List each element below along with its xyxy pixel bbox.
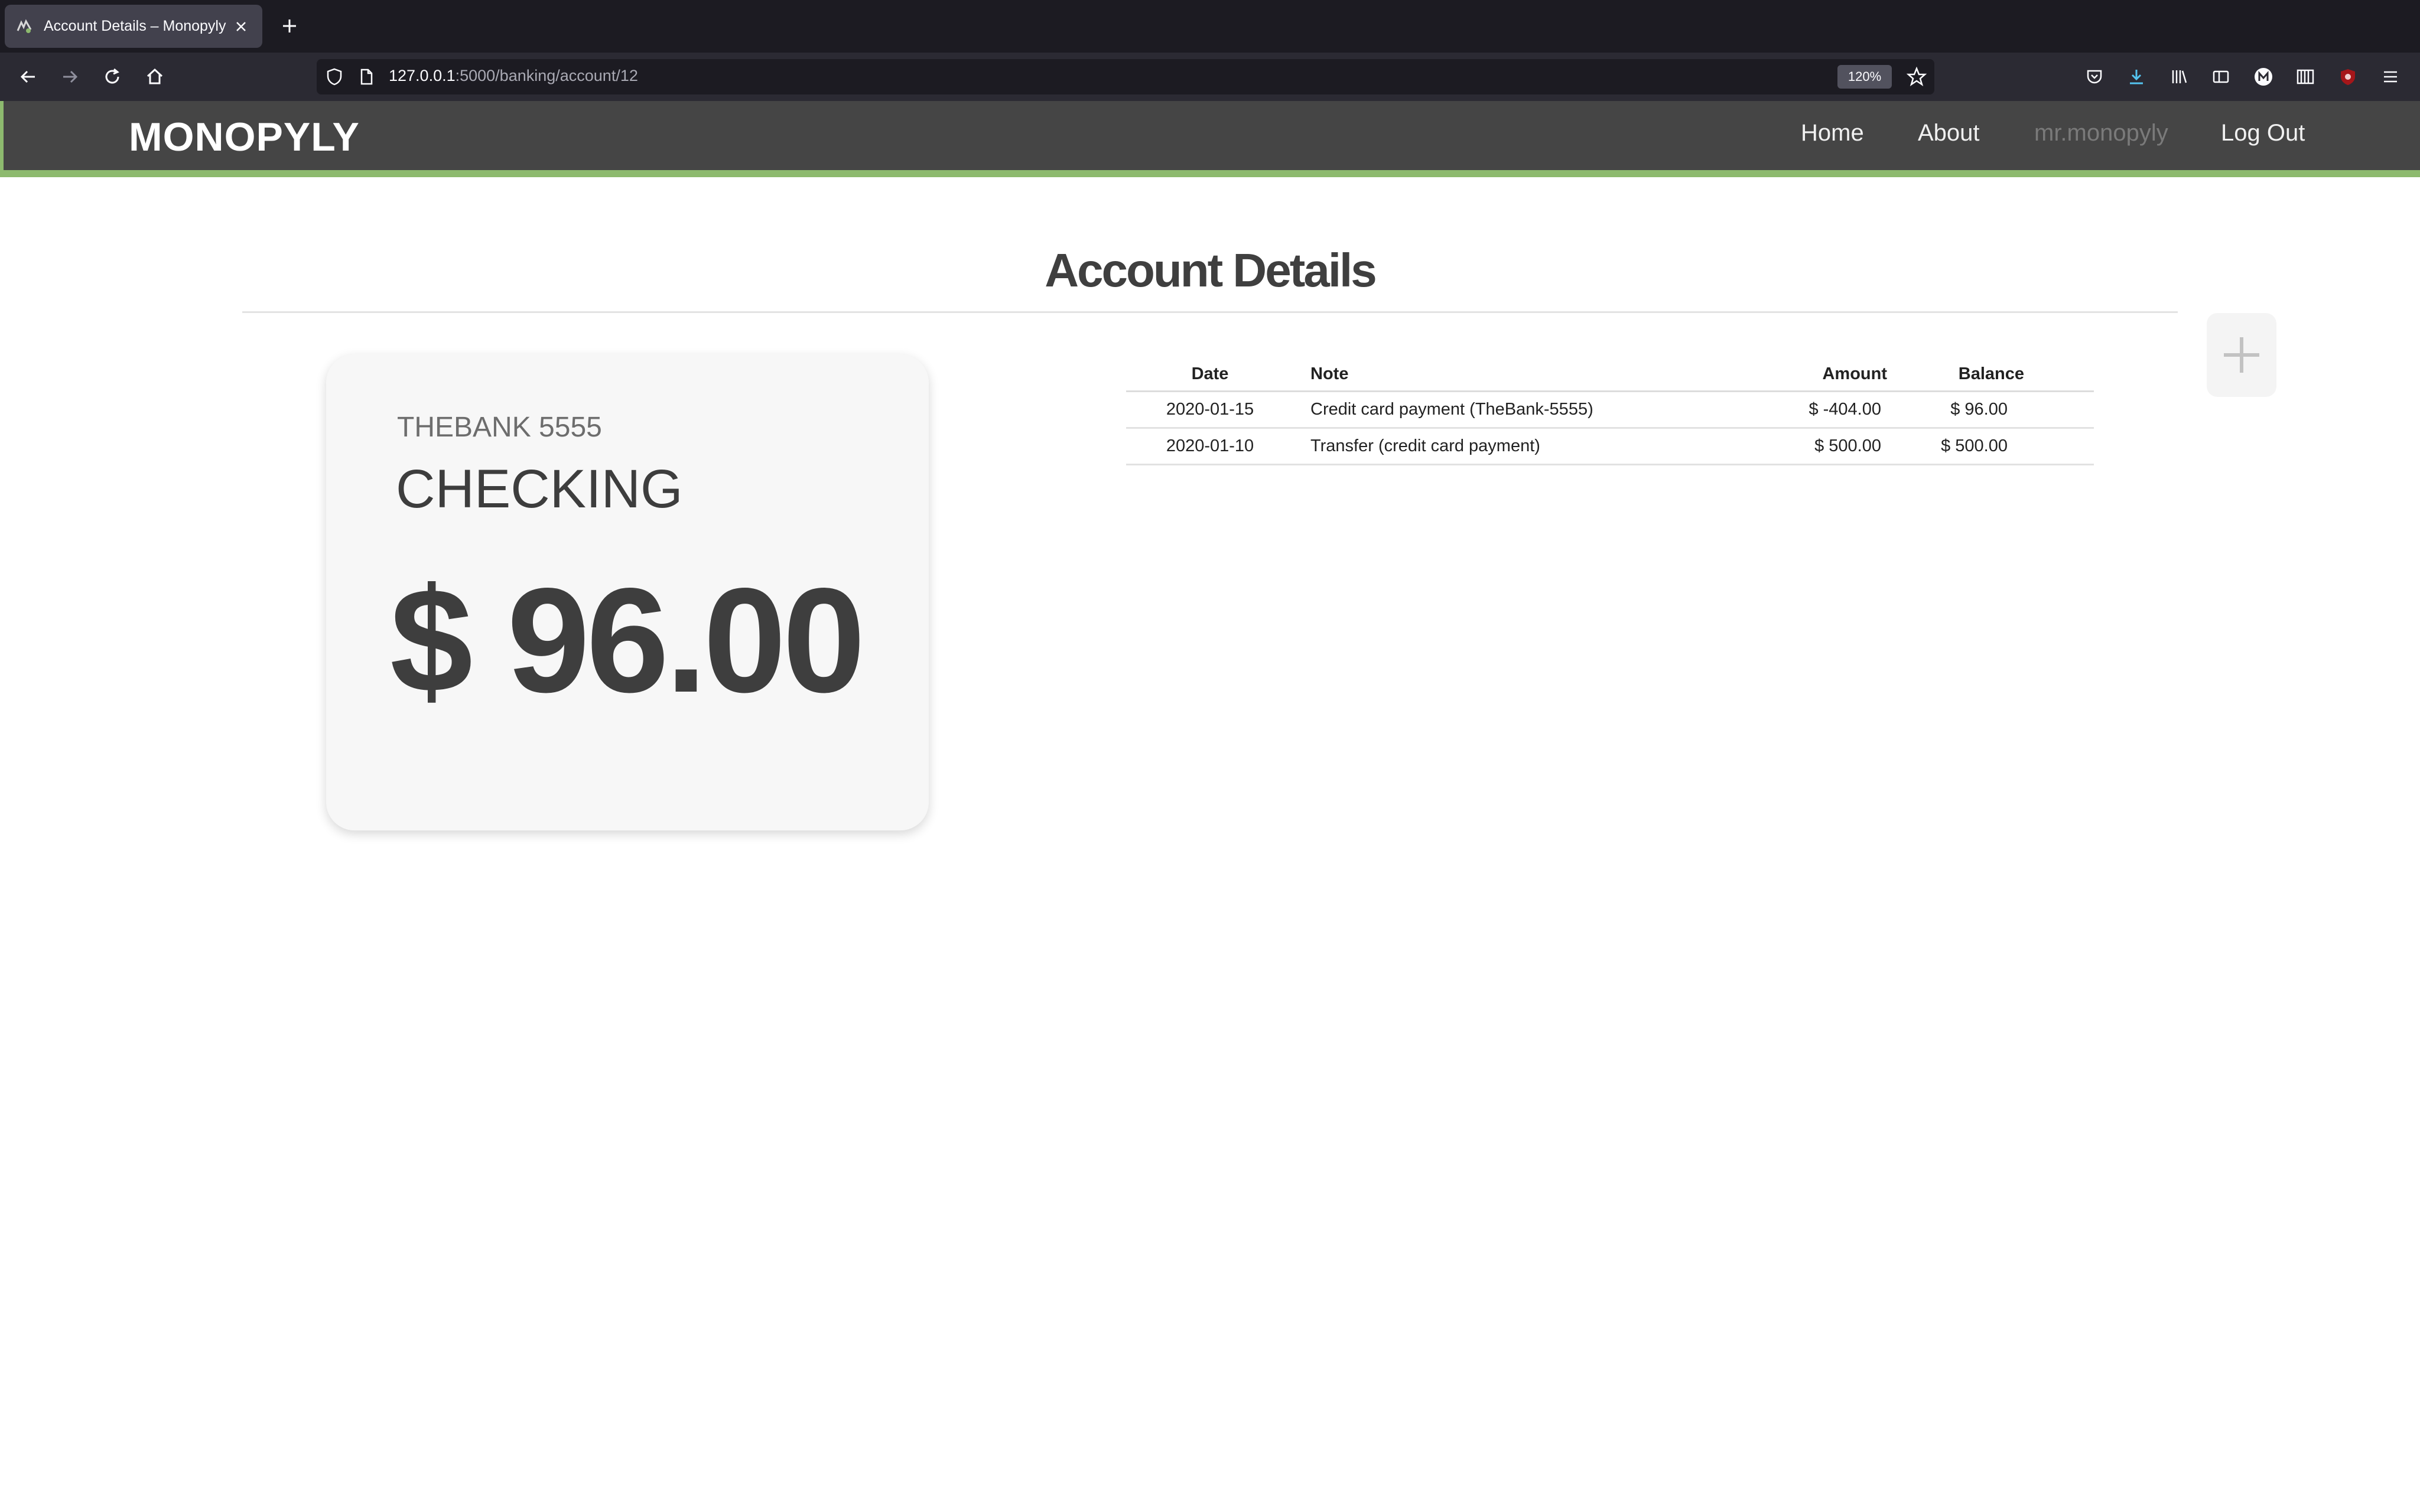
- monopyly-favicon-icon: [15, 18, 33, 35]
- cell-balance: $ 500.00: [1908, 428, 2094, 465]
- account-summary-card: THEBANK 5555 CHECKING $ 96.00: [326, 354, 929, 830]
- account-type: CHECKING: [396, 459, 683, 519]
- cell-amount: $ -404.00: [1737, 391, 1908, 429]
- add-transaction-button[interactable]: [2207, 313, 2276, 397]
- page-info-icon[interactable]: [357, 67, 376, 86]
- cell-date: 2020-01-10: [1126, 428, 1294, 465]
- url-host: 127.0.0.1: [389, 67, 456, 84]
- library-icon[interactable]: [2166, 64, 2192, 90]
- cell-note: Transfer (credit card payment): [1294, 428, 1737, 465]
- cell-note: Credit card payment (TheBank-5555): [1294, 391, 1737, 429]
- downloads-icon[interactable]: [2123, 64, 2149, 90]
- plus-icon: [2224, 337, 2259, 373]
- extension-icon[interactable]: [2292, 64, 2318, 90]
- url-path: :5000/banking/account/12: [455, 67, 638, 84]
- nav-logout-link[interactable]: Log Out: [2221, 120, 2305, 146]
- tab-title: Account Details – Monopyly: [44, 18, 226, 34]
- tracking-shield-icon[interactable]: [325, 67, 344, 86]
- home-icon[interactable]: [142, 64, 168, 90]
- bookmark-star-icon[interactable]: [1904, 64, 1930, 90]
- nav-home-link[interactable]: Home: [1801, 120, 1864, 146]
- cell-amount: $ 500.00: [1737, 428, 1908, 465]
- page-title: Account Details: [1045, 244, 1377, 296]
- column-header-note: Note: [1294, 358, 1737, 392]
- browser-tab-active[interactable]: Account Details – Monopyly: [5, 5, 262, 48]
- reload-icon[interactable]: [99, 64, 125, 90]
- forward-arrow-icon[interactable]: [57, 64, 83, 90]
- brand-logo[interactable]: MONOPYLY: [129, 114, 360, 160]
- title-divider: [242, 311, 2178, 313]
- browser-tab-strip: Account Details – Monopyly: [0, 0, 2420, 53]
- table-row[interactable]: 2020-01-15 Credit card payment (TheBank-…: [1126, 391, 2094, 429]
- url-text: 127.0.0.1:5000/banking/account/12: [389, 67, 638, 85]
- account-balance: $ 96.00: [390, 558, 866, 724]
- tab-close-icon[interactable]: [230, 16, 252, 37]
- pocket-icon[interactable]: [2081, 64, 2107, 90]
- ublock-icon[interactable]: [2335, 64, 2361, 90]
- header-accent-border: [0, 170, 2420, 177]
- cell-balance: $ 96.00: [1908, 391, 2094, 429]
- account-bank-name: THEBANK 5555: [397, 412, 602, 443]
- url-bar[interactable]: 127.0.0.1:5000/banking/account/12: [317, 59, 1934, 94]
- new-tab-plus-icon[interactable]: [277, 13, 302, 39]
- site-header: MONOPYLY Home About mr.monopyly Log Out: [0, 101, 2420, 170]
- zoom-level-badge[interactable]: 120%: [1837, 65, 1892, 89]
- account-avatar-icon[interactable]: [2250, 64, 2276, 90]
- column-header-amount: Amount: [1737, 358, 1908, 392]
- column-header-date: Date: [1126, 358, 1294, 392]
- nav-about-link[interactable]: About: [1918, 120, 1980, 146]
- column-header-balance: Balance: [1908, 358, 2094, 392]
- sidebar-icon[interactable]: [2208, 64, 2234, 90]
- table-header-row: Date Note Amount Balance: [1126, 358, 2094, 392]
- back-arrow-icon[interactable]: [15, 64, 41, 90]
- table-row[interactable]: 2020-01-10 Transfer (credit card payment…: [1126, 428, 2094, 465]
- nav-user-link[interactable]: mr.monopyly: [2034, 120, 2168, 146]
- transactions-table: Date Note Amount Balance 2020-01-15 Cred…: [1126, 358, 2094, 465]
- cell-date: 2020-01-15: [1126, 391, 1294, 429]
- app-menu-icon[interactable]: [2377, 64, 2403, 90]
